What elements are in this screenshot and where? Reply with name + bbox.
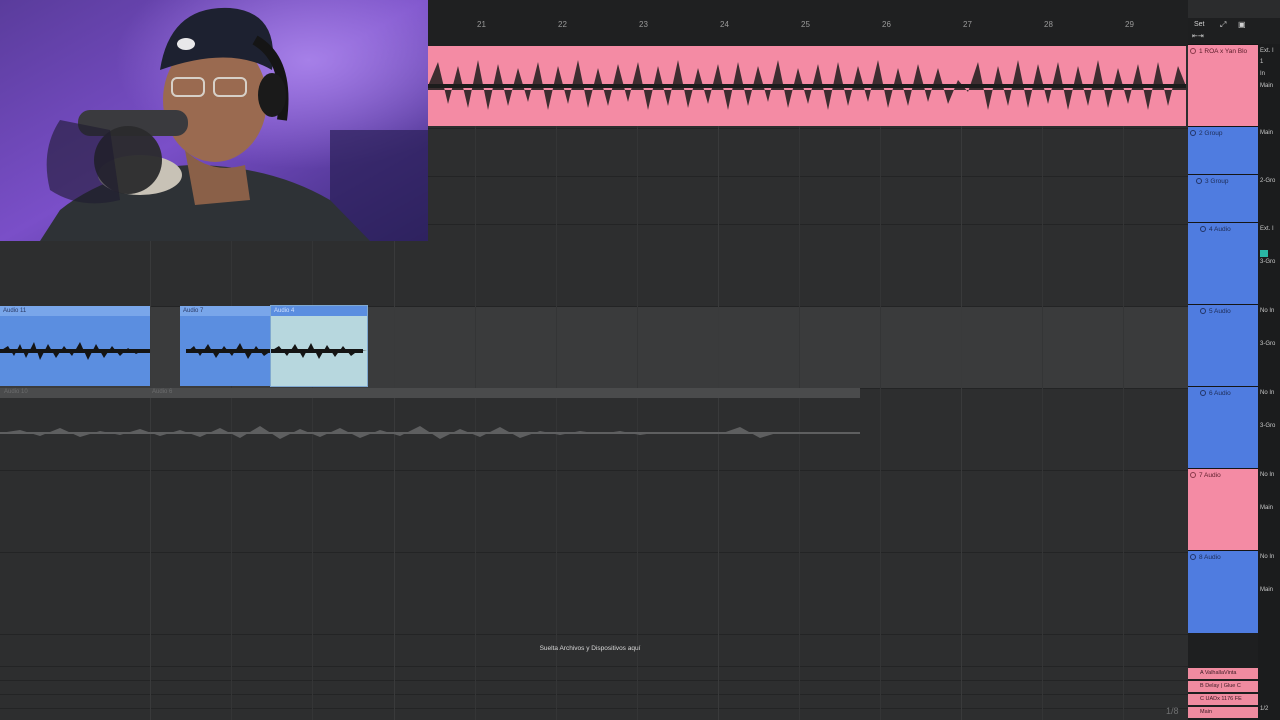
return-track-c[interactable]: C UADx 1176 FE: [1188, 694, 1258, 705]
bar-number: 28: [1044, 20, 1053, 29]
track-header-4[interactable]: 4 Audio: [1188, 222, 1258, 305]
bar-number: 24: [720, 20, 729, 29]
track-name: 8 Audio: [1199, 554, 1221, 561]
bar-number: 23: [639, 20, 648, 29]
track-name: 3 Group: [1205, 178, 1229, 185]
return-track-b[interactable]: B Delay | Glue C: [1188, 681, 1258, 692]
main-track[interactable]: Main: [1188, 707, 1258, 718]
fold-icon[interactable]: [1190, 472, 1196, 478]
timeline-ruler[interactable]: 21 22 23 24 25 26 27 28 29: [428, 0, 1188, 46]
track-name: 5 Audio: [1209, 308, 1231, 315]
track-header-7[interactable]: 7 Audio: [1188, 468, 1258, 551]
fold-icon[interactable]: [1196, 178, 1202, 184]
track-headers: 1 ROA x Yan Blo 2 Group 3 Group 4 Audio …: [1188, 44, 1258, 720]
track-header-5[interactable]: 5 Audio: [1188, 304, 1258, 387]
input-channel[interactable]: 1: [1260, 59, 1263, 65]
lane-divider: [0, 470, 1188, 471]
lane-divider: [0, 634, 1188, 635]
input-type[interactable]: No In: [1260, 554, 1274, 560]
webcam-image: [0, 0, 428, 241]
bar-number: 25: [801, 20, 810, 29]
track-header-8[interactable]: 8 Audio: [1188, 550, 1258, 633]
expand-icon[interactable]: ⤢: [1220, 20, 1226, 30]
clip-title: Audio 4: [271, 306, 367, 316]
output-routing[interactable]: Main: [1260, 83, 1273, 89]
output-routing[interactable]: Main: [1260, 587, 1273, 593]
track-lane-5[interactable]: [0, 306, 1188, 388]
bar-number: 29: [1125, 20, 1134, 29]
lane-divider: [0, 666, 1188, 667]
lane-divider: [0, 708, 1188, 709]
io-column: Ext. I 1 In Main Main 2-Gro Ext. I 3-Gro…: [1258, 44, 1280, 720]
clip-title: Audio 6: [152, 389, 173, 395]
output-routing[interactable]: 2-Gro: [1260, 178, 1275, 184]
arrows-icon[interactable]: ⇤⇥: [1192, 32, 1204, 40]
audio-clip-audio7[interactable]: Audio 7: [180, 306, 271, 386]
lane-divider: [0, 552, 1188, 553]
lock-icon[interactable]: ▣: [1238, 20, 1246, 29]
bar-number: 21: [477, 20, 486, 29]
output-routing[interactable]: Main: [1260, 505, 1273, 511]
input-type[interactable]: No In: [1260, 472, 1274, 478]
audio-clip-audio4-selected[interactable]: Audio 4: [270, 305, 368, 387]
bar-number: 27: [963, 20, 972, 29]
lane-divider: [0, 306, 1188, 307]
return-track-a[interactable]: A ValhallaVinta: [1188, 668, 1258, 679]
input-type[interactable]: No In: [1260, 308, 1274, 314]
fold-icon[interactable]: [1200, 308, 1206, 314]
fold-icon[interactable]: [1190, 130, 1196, 136]
input-type[interactable]: Ext. I: [1260, 48, 1274, 54]
track-header-1[interactable]: 1 ROA x Yan Blo: [1188, 44, 1258, 127]
monitor-in-icon[interactable]: [1260, 250, 1268, 257]
input-type[interactable]: No In: [1260, 390, 1274, 396]
set-button[interactable]: Set: [1194, 21, 1205, 28]
clip-title: Audio 11: [0, 306, 150, 316]
ghost-waveform: [0, 426, 860, 439]
clip-title: Audio 7: [180, 306, 271, 316]
ghost-clip-header[interactable]: Audio 10 Audio 6: [0, 388, 860, 398]
output-routing[interactable]: 3-Gro: [1260, 341, 1275, 347]
track-name: 4 Audio: [1209, 226, 1231, 233]
track-header-6[interactable]: 6 Audio: [1188, 386, 1258, 469]
track-lane-8[interactable]: [0, 552, 1188, 634]
lane-divider: [0, 694, 1188, 695]
fold-icon[interactable]: [1190, 554, 1196, 560]
track-name: 2 Group: [1199, 130, 1223, 137]
bar-number: 26: [882, 20, 891, 29]
output-routing[interactable]: Main: [1260, 130, 1273, 136]
arrangement-controls: Set ⤢ ▣ ⇤⇥: [1188, 18, 1280, 44]
waveform: [271, 343, 367, 359]
webcam-overlay: [0, 0, 428, 241]
track-header-3[interactable]: 3 Group: [1188, 174, 1258, 223]
grid-quantization-readout[interactable]: 1/8: [1166, 706, 1179, 716]
track-name: 7 Audio: [1199, 472, 1221, 479]
output-routing[interactable]: 3-Gro: [1260, 423, 1275, 429]
waveform: [0, 342, 150, 360]
input-type[interactable]: Ext. I: [1260, 226, 1274, 232]
bar-number: 22: [558, 20, 567, 29]
audio-clip-audio11[interactable]: Audio 11: [0, 306, 150, 386]
waveform: [428, 60, 1186, 110]
monitor-mode[interactable]: In: [1260, 71, 1265, 77]
track-lane-7[interactable]: [0, 470, 1188, 552]
drop-hint: Suelta Archivos y Dispositivos aquí: [539, 645, 641, 652]
track-name: 1 ROA x Yan Blo: [1199, 48, 1248, 55]
track-header-2[interactable]: 2 Group: [1188, 126, 1258, 175]
clip-title: Audio 10: [4, 389, 28, 395]
track-name: 6 Audio: [1209, 390, 1231, 397]
main-output-readout: 1/2: [1260, 706, 1269, 712]
fold-icon[interactable]: [1200, 390, 1206, 396]
fold-icon[interactable]: [1200, 226, 1206, 232]
fold-icon[interactable]: [1190, 48, 1196, 54]
output-routing[interactable]: 3-Gro: [1260, 259, 1275, 265]
audio-clip-track1[interactable]: [428, 46, 1186, 126]
waveform: [186, 343, 271, 359]
lane-divider: [0, 680, 1188, 681]
